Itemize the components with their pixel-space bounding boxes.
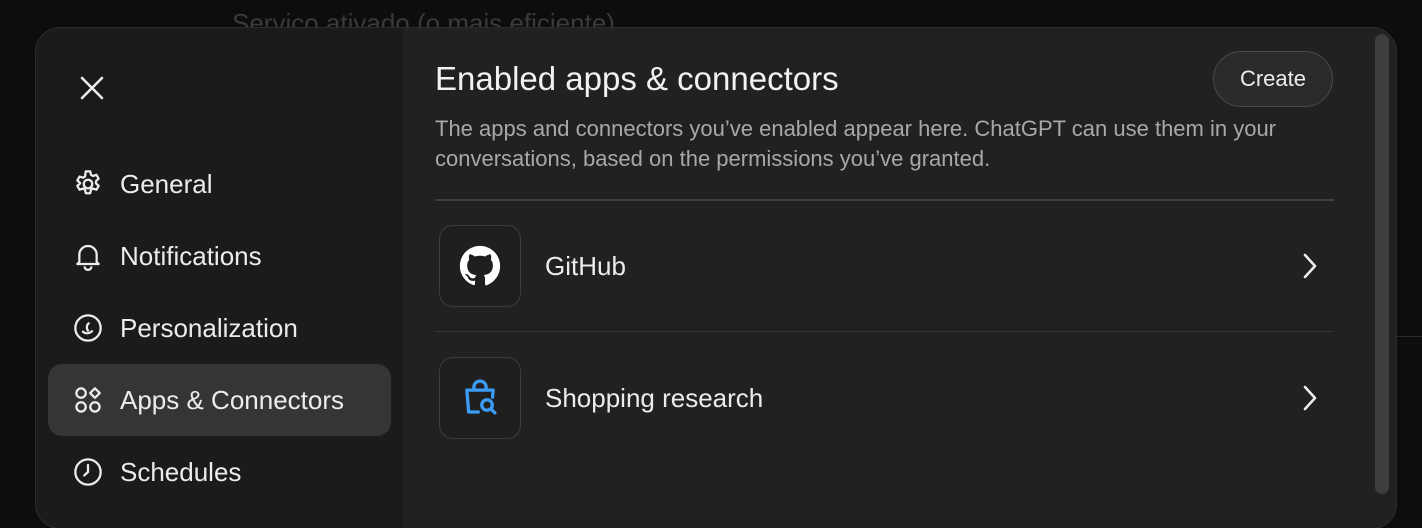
settings-modal: General Notifications Personalization Ap… xyxy=(36,28,1396,528)
clock-icon xyxy=(70,454,106,490)
settings-sidebar: General Notifications Personalization Ap… xyxy=(36,28,403,528)
github-icon xyxy=(459,245,501,286)
sidebar-item-label: Schedules xyxy=(120,456,242,487)
list-item-shopping-research[interactable]: Shopping research xyxy=(435,332,1334,464)
list-item-label: GitHub xyxy=(545,250,626,281)
close-icon xyxy=(80,76,104,100)
create-button[interactable]: Create xyxy=(1213,51,1333,107)
sidebar-item-label: Personalization xyxy=(120,312,298,343)
bell-icon xyxy=(70,238,106,274)
sidebar-item-notifications[interactable]: Notifications xyxy=(48,220,391,292)
app-icon-tile xyxy=(439,225,521,307)
gear-icon xyxy=(70,166,106,202)
apps-icon xyxy=(70,382,106,418)
close-button[interactable] xyxy=(72,68,112,108)
chevron-right-icon xyxy=(1296,252,1324,280)
personalization-icon xyxy=(70,310,106,346)
page-description: The apps and connectors you’ve enabled a… xyxy=(435,116,1277,171)
main-content: Enabled apps & connectors Create The app… xyxy=(435,28,1396,528)
shopping-bag-search-icon xyxy=(465,379,497,415)
sidebar-item-label: Notifications xyxy=(120,240,262,271)
sidebar-item-schedules[interactable]: Schedules xyxy=(48,436,391,508)
page-title: Enabled apps & connectors xyxy=(435,60,839,97)
scrollbar[interactable] xyxy=(1375,34,1389,494)
chevron-right-icon xyxy=(1296,384,1324,412)
sidebar-item-personalization[interactable]: Personalization xyxy=(48,292,391,364)
sidebar-item-label: Apps & Connectors xyxy=(120,384,345,415)
sidebar-item-label: General xyxy=(120,168,213,199)
sidebar-item-apps-connectors[interactable]: Apps & Connectors xyxy=(48,364,391,436)
app-icon-tile xyxy=(439,357,521,439)
list-item-github[interactable]: GitHub xyxy=(435,200,1334,332)
background-divider xyxy=(1395,336,1422,337)
list-item-label: Shopping research xyxy=(545,382,764,413)
sidebar-item-general[interactable]: General xyxy=(48,148,391,220)
